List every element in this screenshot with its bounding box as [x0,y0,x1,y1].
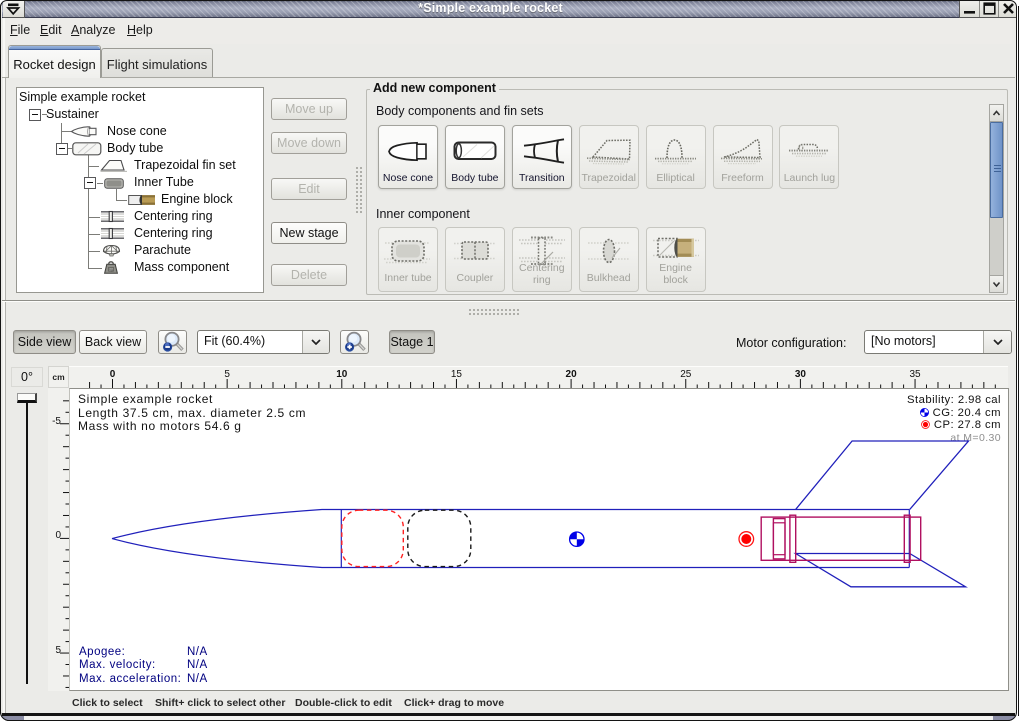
svg-text:kg: kg [109,268,113,272]
